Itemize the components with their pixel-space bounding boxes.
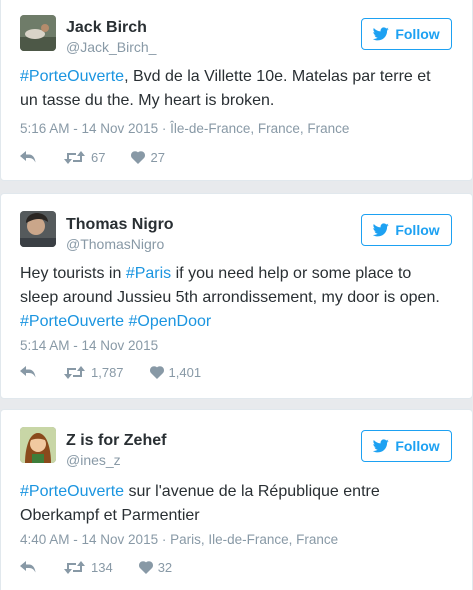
tweet-timestamp[interactable]: 5:14 AM - 14 Nov 2015 xyxy=(20,338,158,354)
follow-button[interactable]: Follow xyxy=(361,18,452,50)
bird-icon xyxy=(373,27,390,41)
tweet-text: #PorteOuverte, Bvd de la Villette 10e. M… xyxy=(20,65,452,113)
reply-icon xyxy=(20,365,36,377)
reply-icon xyxy=(20,560,36,572)
tweet-text: #PorteOuverte sur l'avenue de la Républi… xyxy=(20,480,452,528)
tweet-card: Z is for Zehef @ines_z Follow #PorteOuve… xyxy=(0,409,473,590)
retweet-count: 1,787 xyxy=(91,364,124,380)
avatar[interactable] xyxy=(20,15,56,51)
heart-icon xyxy=(138,560,153,574)
retweet-button[interactable]: 1,787 xyxy=(64,365,124,380)
tweet-card: Jack Birch @Jack_Birch_ Follow #PorteOuv… xyxy=(0,0,473,181)
tweet-actions: 134 32 xyxy=(20,558,172,576)
retweet-count: 67 xyxy=(91,149,106,165)
retweet-icon xyxy=(64,150,85,164)
retweet-count: 134 xyxy=(91,559,113,575)
tweet-text-segment: Hey tourists in xyxy=(20,265,126,282)
retweet-icon xyxy=(64,365,85,379)
like-count: 32 xyxy=(157,559,173,575)
author-handle[interactable]: @Jack_Birch_ xyxy=(66,39,156,55)
hashtag-link[interactable]: #PorteOuverte xyxy=(20,313,124,330)
reply-button[interactable] xyxy=(20,560,38,574)
heart-icon xyxy=(131,150,146,164)
tweet-card: Thomas Nigro @ThomasNigro Follow Hey tou… xyxy=(0,193,473,399)
retweet-button[interactable]: 134 xyxy=(64,560,113,575)
author-name[interactable]: Z is for Zehef xyxy=(66,432,166,450)
reply-button[interactable] xyxy=(20,365,38,379)
author-handle[interactable]: @ines_z xyxy=(66,452,121,468)
bird-icon xyxy=(373,223,390,237)
follow-label: Follow xyxy=(395,222,440,238)
tweet-actions: 67 27 xyxy=(20,148,165,166)
avatar[interactable] xyxy=(20,211,56,247)
tweet-actions: 1,787 1,401 xyxy=(20,363,201,381)
heart-icon xyxy=(149,365,164,379)
like-button[interactable]: 27 xyxy=(131,149,165,165)
reply-button[interactable] xyxy=(20,150,38,164)
avatar[interactable] xyxy=(20,427,56,463)
hashtag-link[interactable]: #OpenDoor xyxy=(129,313,212,330)
like-button[interactable]: 1,401 xyxy=(149,364,202,380)
hashtag-link[interactable]: #PorteOuverte xyxy=(20,483,124,500)
tweet-feed: Jack Birch @Jack_Birch_ Follow #PorteOuv… xyxy=(0,0,473,590)
reply-icon xyxy=(20,150,36,162)
tweet-timestamp[interactable]: 4:40 AM - 14 Nov 2015 · Paris, Ile-de-Fr… xyxy=(20,532,338,548)
retweet-button[interactable]: 67 xyxy=(64,150,105,165)
follow-label: Follow xyxy=(395,438,440,454)
follow-button[interactable]: Follow xyxy=(361,214,452,246)
like-button[interactable]: 32 xyxy=(138,559,173,575)
follow-button[interactable]: Follow xyxy=(361,430,452,462)
author-handle[interactable]: @ThomasNigro xyxy=(66,236,164,252)
author-name[interactable]: Jack Birch xyxy=(66,19,147,37)
tweet-text: Hey tourists in #Paris if you need help … xyxy=(20,262,452,334)
bird-icon xyxy=(373,439,390,453)
hashtag-link[interactable]: #Paris xyxy=(126,265,171,282)
like-count: 1,401 xyxy=(168,364,202,380)
like-count: 27 xyxy=(150,149,165,165)
tweet-timestamp[interactable]: 5:16 AM - 14 Nov 2015 · Île-de-France, F… xyxy=(20,121,349,137)
hashtag-link[interactable]: #PorteOuverte xyxy=(20,68,124,85)
retweet-icon xyxy=(64,560,85,574)
follow-label: Follow xyxy=(395,26,440,42)
author-name[interactable]: Thomas Nigro xyxy=(66,216,174,234)
